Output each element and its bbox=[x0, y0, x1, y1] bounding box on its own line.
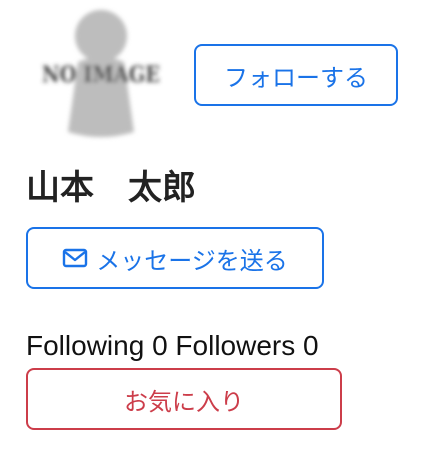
favorite-button-label: お気に入り bbox=[124, 387, 244, 416]
follow-button[interactable]: フォローする bbox=[194, 44, 398, 106]
followers-label: Followers bbox=[175, 330, 296, 361]
user-name: 山本 太郎 bbox=[26, 168, 196, 208]
follow-stats: Following 0 Followers 0 bbox=[26, 326, 319, 366]
send-message-label: メッセージを送る bbox=[96, 246, 288, 275]
no-image-placeholder-icon: NO IMAGE bbox=[42, 10, 160, 137]
avatar-text: NO IMAGE bbox=[42, 62, 160, 88]
avatar: NO IMAGE bbox=[38, 0, 164, 146]
following-label: Following bbox=[26, 330, 145, 361]
favorite-button[interactable]: お気に入り bbox=[26, 368, 342, 430]
following-count: 0 bbox=[152, 330, 168, 361]
envelope-icon bbox=[62, 248, 88, 268]
send-message-button[interactable]: メッセージを送る bbox=[26, 227, 324, 289]
user-profile: NO IMAGE フォローする 山本 太郎 メッセージを送る Following… bbox=[0, 0, 430, 468]
followers-count: 0 bbox=[303, 330, 319, 361]
follow-button-label: フォローする bbox=[224, 63, 368, 92]
